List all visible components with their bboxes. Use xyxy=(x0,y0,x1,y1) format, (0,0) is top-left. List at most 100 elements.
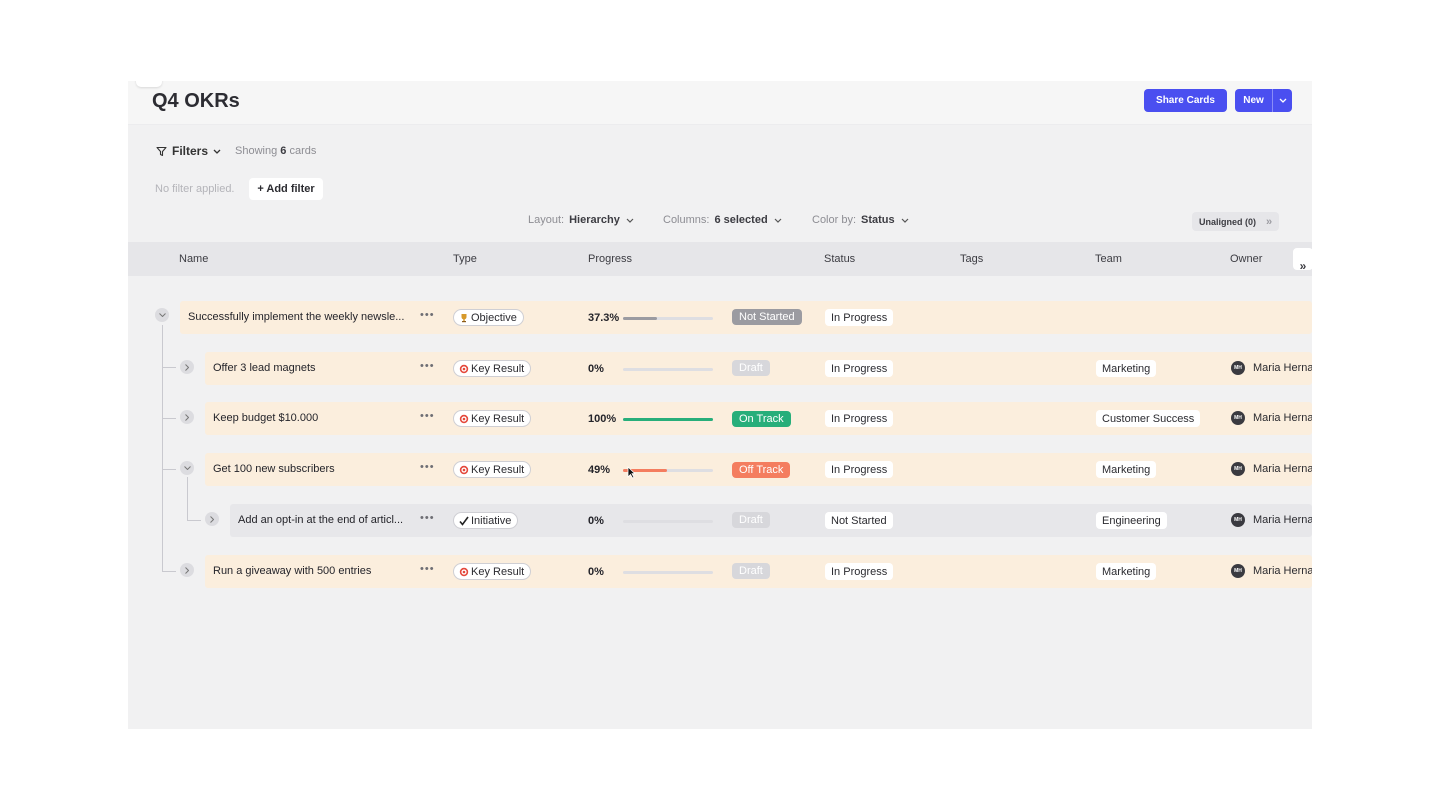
more-options-icon[interactable]: ••• xyxy=(420,461,435,473)
team-pill[interactable]: Marketing xyxy=(1096,563,1157,580)
chevron-down-icon xyxy=(1279,98,1286,103)
chevron-double-right-icon: » xyxy=(1266,215,1273,228)
column-header-type[interactable]: Type xyxy=(453,253,477,265)
progress-fill xyxy=(623,317,657,320)
chevron-down-icon xyxy=(158,313,166,317)
tree-line xyxy=(187,520,201,521)
page-title: Q4 OKRs xyxy=(152,90,240,112)
avatar: MH xyxy=(1231,462,1245,476)
health-badge[interactable]: Not Started xyxy=(732,309,802,325)
team-pill[interactable]: Customer Success xyxy=(1096,410,1201,427)
share-cards-button[interactable]: Share Cards xyxy=(1144,89,1227,112)
chevron-double-right-icon: » xyxy=(1299,259,1307,273)
owner-cell[interactable]: MH Maria Herna xyxy=(1231,513,1312,527)
type-pill: Key Result xyxy=(453,410,532,427)
check-icon xyxy=(459,516,469,526)
target-icon xyxy=(459,465,469,475)
chevron-right-icon xyxy=(210,515,214,523)
status-pill[interactable]: In Progress xyxy=(825,309,894,326)
health-badge[interactable]: Draft xyxy=(732,512,770,528)
progress-value: 100% xyxy=(588,413,617,425)
filter-icon xyxy=(156,146,167,156)
owner-cell[interactable]: MH Maria Herna xyxy=(1231,361,1312,375)
new-button[interactable]: New xyxy=(1235,89,1272,112)
team-pill[interactable]: Engineering xyxy=(1096,512,1167,529)
type-pill: Objective xyxy=(453,309,524,326)
health-badge[interactable]: Draft xyxy=(732,563,770,579)
progress-value: 0% xyxy=(588,515,604,527)
top-bar: Q4 OKRs Share Cards New xyxy=(128,81,1312,125)
status-pill[interactable]: In Progress xyxy=(825,360,894,377)
progress-bar xyxy=(623,368,713,371)
chevron-right-icon xyxy=(185,566,189,574)
more-options-icon[interactable]: ••• xyxy=(420,410,435,422)
target-icon xyxy=(459,364,469,374)
avatar: MH xyxy=(1231,513,1245,527)
filters-label: Filters xyxy=(172,144,209,158)
expand-toggle[interactable] xyxy=(180,410,194,424)
more-options-icon[interactable]: ••• xyxy=(420,563,435,575)
row-name[interactable]: Add an opt-in at the end of articl... xyxy=(238,514,403,526)
table-header: Name Type Progress Status Tags Team Owne… xyxy=(128,242,1312,276)
avatar: MH xyxy=(1231,411,1245,425)
tree-line xyxy=(187,477,188,520)
new-dropdown-button[interactable] xyxy=(1272,89,1292,112)
expand-toggle[interactable] xyxy=(180,563,194,577)
collapse-toggle[interactable] xyxy=(180,461,194,475)
expand-columns-button[interactable]: » xyxy=(1293,248,1312,273)
target-icon xyxy=(459,567,469,577)
progress-value: 0% xyxy=(588,363,604,375)
type-pill: Key Result xyxy=(453,563,532,580)
tree-line xyxy=(162,367,176,368)
status-pill[interactable]: In Progress xyxy=(825,563,894,580)
showing-count: Showing 6 cards xyxy=(235,145,317,157)
status-pill[interactable]: Not Started xyxy=(825,512,893,529)
team-pill[interactable]: Marketing xyxy=(1096,461,1157,478)
chevron-right-icon xyxy=(185,413,189,421)
owner-cell[interactable]: MH Maria Herna xyxy=(1231,411,1312,425)
columns-select[interactable]: Columns: 6 selected xyxy=(663,214,782,226)
row-name[interactable]: Offer 3 lead magnets xyxy=(213,362,316,374)
row-name[interactable]: Run a giveaway with 500 entries xyxy=(213,565,371,577)
chevron-down-icon xyxy=(626,218,634,223)
health-badge[interactable]: On Track xyxy=(732,411,791,427)
column-header-name[interactable]: Name xyxy=(179,253,208,265)
progress-bar xyxy=(623,317,713,320)
avatar: MH xyxy=(1231,361,1245,375)
column-header-status[interactable]: Status xyxy=(824,253,855,265)
more-options-icon[interactable]: ••• xyxy=(420,360,435,372)
add-filter-button[interactable]: + Add filter xyxy=(249,178,323,200)
panel-tab[interactable] xyxy=(136,81,162,87)
chevron-down-icon xyxy=(901,218,909,223)
row-name[interactable]: Get 100 new subscribers xyxy=(213,463,335,475)
column-header-tags[interactable]: Tags xyxy=(960,253,983,265)
chevron-down-icon xyxy=(213,149,221,154)
layout-select[interactable]: Layout: Hierarchy xyxy=(528,214,634,226)
chevron-down-icon xyxy=(774,218,782,223)
health-badge[interactable]: Off Track xyxy=(732,462,791,478)
unaligned-button[interactable]: Unaligned (0)» xyxy=(1192,212,1279,231)
type-pill: Key Result xyxy=(453,360,532,377)
row-name[interactable]: Keep budget $10.000 xyxy=(213,412,318,424)
owner-cell[interactable]: MH Maria Herna xyxy=(1231,462,1312,476)
more-options-icon[interactable]: ••• xyxy=(420,309,435,321)
tree-line xyxy=(162,469,176,470)
column-header-owner[interactable]: Owner xyxy=(1230,253,1262,265)
collapse-toggle[interactable] xyxy=(155,308,169,322)
progress-value: 0% xyxy=(588,566,604,578)
target-icon xyxy=(459,414,469,424)
health-badge[interactable]: Draft xyxy=(732,360,770,376)
team-pill[interactable]: Marketing xyxy=(1096,360,1157,377)
expand-toggle[interactable] xyxy=(205,512,219,526)
more-options-icon[interactable]: ••• xyxy=(420,512,435,524)
column-header-progress[interactable]: Progress xyxy=(588,253,632,265)
expand-toggle[interactable] xyxy=(180,360,194,374)
status-pill[interactable]: In Progress xyxy=(825,410,894,427)
tree-line xyxy=(162,418,176,419)
filters-button[interactable]: Filters xyxy=(156,144,221,158)
column-header-team[interactable]: Team xyxy=(1095,253,1122,265)
status-pill[interactable]: In Progress xyxy=(825,461,894,478)
color-by-select[interactable]: Color by: Status xyxy=(812,214,909,226)
row-name[interactable]: Successfully implement the weekly newsle… xyxy=(188,311,404,323)
owner-cell[interactable]: MH Maria Herna xyxy=(1231,564,1312,578)
